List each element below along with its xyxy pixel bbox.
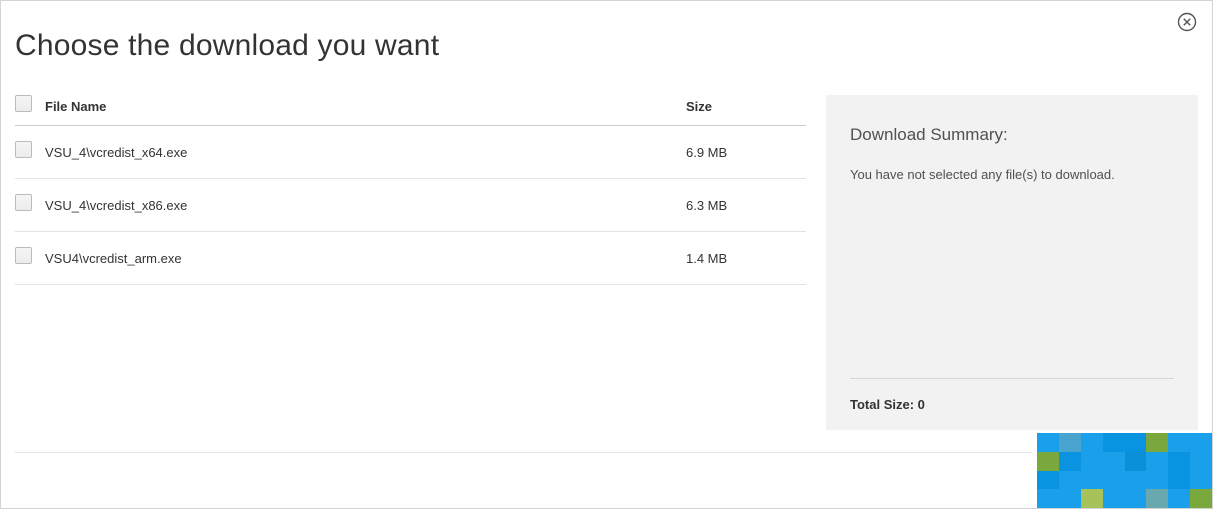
file-list-panel: File Name Size VSU_4\vcredist_x64.exe 6.… [15, 95, 806, 430]
decorative-mosaic [1037, 433, 1212, 508]
file-checkbox[interactable] [15, 247, 32, 264]
summary-title: Download Summary: [850, 125, 1174, 145]
footer-divider [15, 452, 1032, 453]
file-size-label: 6.3 MB [686, 198, 806, 213]
file-list-header: File Name Size [15, 95, 806, 126]
content-area: File Name Size VSU_4\vcredist_x64.exe 6.… [1, 63, 1212, 430]
file-checkbox[interactable] [15, 141, 32, 158]
download-summary-panel: Download Summary: You have not selected … [826, 95, 1198, 430]
file-checkbox[interactable] [15, 194, 32, 211]
file-name-label: VSU_4\vcredist_x86.exe [45, 198, 686, 213]
column-header-filename: File Name [45, 99, 686, 114]
close-icon [1177, 12, 1197, 32]
file-row[interactable]: VSU_4\vcredist_x86.exe 6.3 MB [15, 179, 806, 232]
summary-message: You have not selected any file(s) to dow… [850, 167, 1174, 378]
summary-divider [850, 378, 1174, 379]
page-title: Choose the download you want [1, 1, 1212, 63]
file-size-label: 1.4 MB [686, 251, 806, 266]
summary-total-size: Total Size: 0 [850, 397, 1174, 412]
column-header-size: Size [686, 99, 806, 114]
file-size-label: 6.9 MB [686, 145, 806, 160]
close-button[interactable] [1176, 11, 1198, 33]
file-name-label: VSU4\vcredist_arm.exe [45, 251, 686, 266]
file-row[interactable]: VSU4\vcredist_arm.exe 1.4 MB [15, 232, 806, 285]
select-all-checkbox[interactable] [15, 95, 32, 112]
file-name-label: VSU_4\vcredist_x64.exe [45, 145, 686, 160]
file-row[interactable]: VSU_4\vcredist_x64.exe 6.9 MB [15, 126, 806, 179]
